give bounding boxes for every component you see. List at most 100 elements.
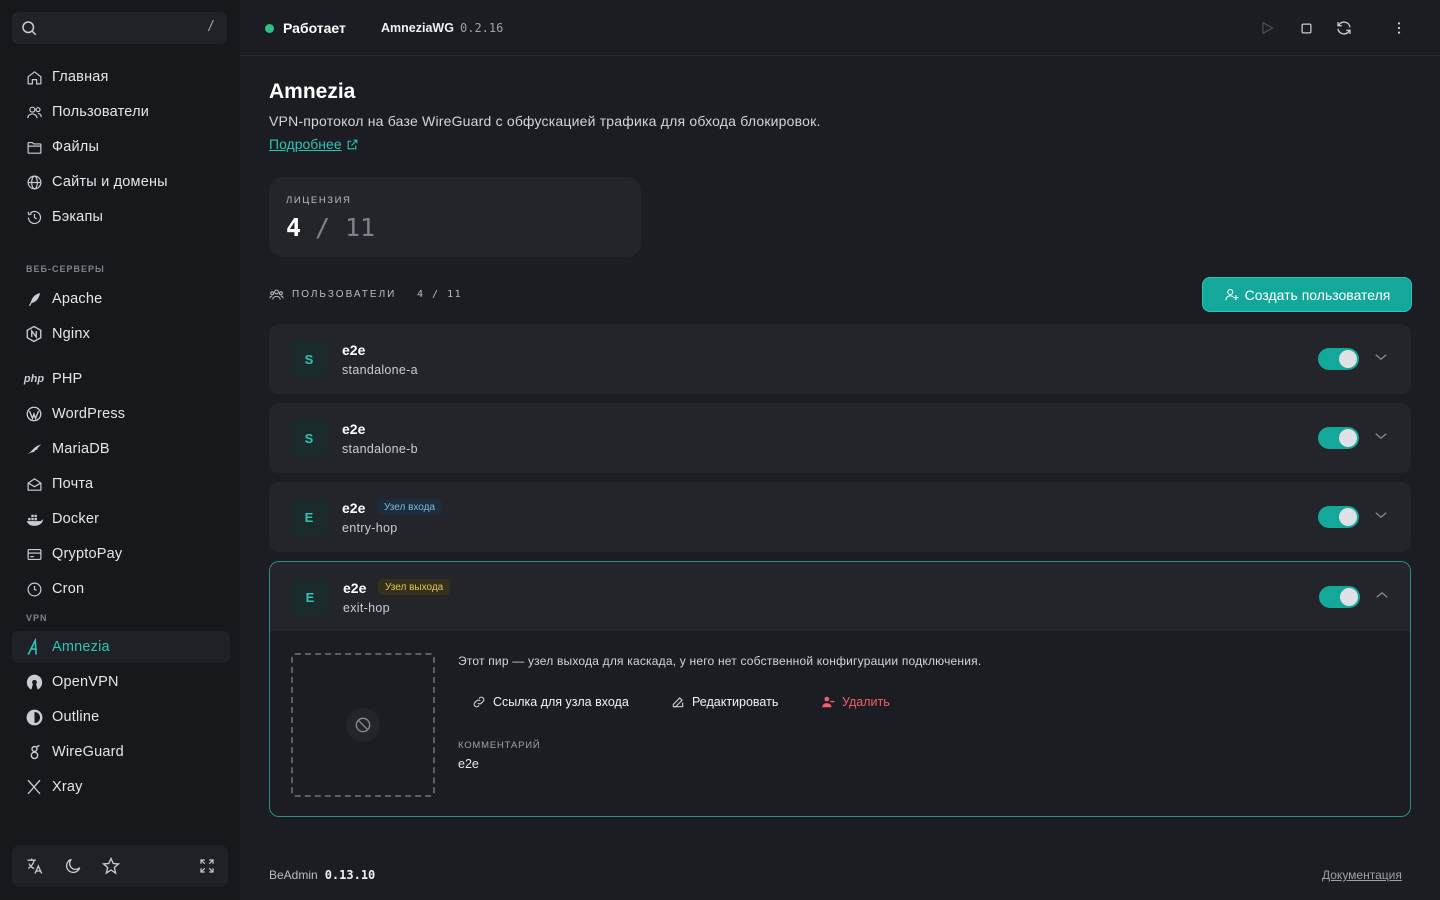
comment-value: e2e — [458, 757, 479, 771]
no-config-icon — [346, 708, 380, 742]
topbar: Работает AmneziaWG 0.2.16 — [240, 0, 1440, 56]
user-card[interactable]: E e2e Узел входа entry-hop — [269, 482, 1411, 552]
sidebar-item-backups[interactable]: Бэкапы — [12, 201, 230, 233]
users-section-header: ПОЛЬЗОВАТЕЛИ — [269, 287, 396, 302]
sidebar-item-mariadb[interactable]: MariaDB — [12, 433, 230, 465]
folder-icon — [24, 137, 44, 157]
docs-link[interactable]: Документация — [1322, 868, 1402, 882]
user-enabled-toggle[interactable] — [1318, 427, 1359, 449]
user-card[interactable]: S e2e standalone-b — [269, 403, 1411, 473]
wordpress-icon — [24, 404, 44, 424]
sidebar-item-label: Бэкапы — [52, 209, 104, 225]
edit-button[interactable]: Редактировать — [671, 695, 778, 709]
sidebar-item-apache[interactable]: Apache — [12, 283, 230, 315]
user-card-header[interactable]: E e2e Узел выхода exit-hop — [270, 562, 1410, 631]
sidebar-item-openvpn[interactable]: OpenVPN — [12, 666, 230, 698]
entry-link-button[interactable]: Ссылка для узла входа — [472, 695, 629, 709]
star-icon[interactable] — [99, 854, 123, 878]
qr-placeholder — [291, 653, 435, 797]
peer-description: Этот пир — узел выхода для каскада, у не… — [458, 654, 982, 668]
outline-icon — [24, 707, 44, 727]
sidebar-item-users[interactable]: Пользователи — [12, 96, 230, 128]
delete-button[interactable]: Удалить — [821, 695, 890, 709]
edit-icon — [671, 695, 685, 709]
entry-node-badge: Узел входа — [377, 499, 443, 515]
sidebar-item-php[interactable]: php PHP — [12, 363, 230, 395]
restart-icon[interactable] — [1333, 17, 1355, 39]
user-card[interactable]: S e2e standalone-a — [269, 324, 1411, 394]
sidebar-item-wireguard[interactable]: WireGuard — [12, 736, 230, 768]
sidebar-item-cron[interactable]: Cron — [12, 573, 230, 605]
chevron-down-icon[interactable] — [1372, 427, 1390, 445]
avatar: E — [290, 498, 328, 536]
toggle-knob — [1339, 508, 1357, 526]
clock-icon — [24, 579, 44, 599]
nginx-icon — [24, 324, 44, 344]
expand-icon[interactable] — [195, 854, 219, 878]
user-enabled-toggle[interactable] — [1318, 348, 1359, 370]
sidebar-item-nginx[interactable]: Nginx — [12, 318, 230, 350]
sidebar-item-label: Пользователи — [52, 104, 150, 120]
sidebar-item-wordpress[interactable]: WordPress — [12, 398, 230, 430]
play-icon[interactable] — [1256, 17, 1278, 39]
chevron-up-icon[interactable] — [1373, 586, 1391, 604]
license-total: 11 — [345, 213, 376, 242]
user-name: e2e — [342, 342, 366, 358]
php-icon: php — [23, 373, 45, 385]
sidebar-item-qryptopay[interactable]: QryptoPay — [12, 538, 230, 570]
chevron-down-icon[interactable] — [1372, 506, 1390, 524]
sidebar-item-label: Xray — [52, 779, 83, 795]
sidebar-item-label: OpenVPN — [52, 674, 119, 690]
footer-version: BeAdmin 0.13.10 — [269, 868, 375, 882]
sidebar-item-docker[interactable]: Docker — [12, 503, 230, 535]
more-link[interactable]: Подробнее — [269, 136, 359, 152]
sidebar-item-home[interactable]: Главная — [12, 61, 230, 93]
stop-icon[interactable] — [1295, 17, 1317, 39]
sidebar-item-label: Файлы — [52, 139, 100, 155]
sidebar-item-label: Apache — [52, 291, 103, 307]
home-icon — [24, 67, 44, 87]
sidebar-item-sites[interactable]: Сайты и домены — [12, 166, 230, 198]
comment-caption: КОММЕНТАРИЙ — [458, 740, 541, 751]
globe-icon — [24, 172, 44, 192]
sidebar-item-files[interactable]: Файлы — [12, 131, 230, 163]
user-name: e2e — [342, 500, 366, 516]
license-used: 4 — [286, 213, 302, 242]
section-vpn: VPN — [26, 613, 48, 623]
chevron-down-icon[interactable] — [1372, 348, 1390, 366]
sidebar-item-xray[interactable]: Xray — [12, 771, 230, 803]
sidebar-item-outline[interactable]: Outline — [12, 701, 230, 733]
user-name: e2e — [342, 421, 366, 437]
wireguard-icon — [24, 742, 44, 762]
toggle-knob — [1339, 350, 1357, 368]
sidebar-item-label: Docker — [52, 511, 100, 527]
translate-icon[interactable] — [23, 854, 47, 878]
search-input[interactable]: / — [12, 12, 227, 44]
xray-icon — [24, 777, 44, 797]
docker-icon — [24, 509, 44, 529]
avatar: E — [291, 578, 329, 616]
user-name: e2e — [343, 580, 367, 596]
user-enabled-toggle[interactable] — [1319, 586, 1360, 608]
sidebar-item-label: MariaDB — [52, 441, 110, 457]
search-icon — [20, 19, 38, 37]
users-count: 4 / 11 — [417, 289, 463, 300]
sidebar-toolbar — [12, 845, 228, 887]
sidebar-item-label: Amnezia — [52, 639, 110, 655]
user-enabled-toggle[interactable] — [1318, 506, 1359, 528]
sidebar: / Главная Пользователи Файлы Сайты и дом… — [0, 0, 240, 900]
more-link-label: Подробнее — [269, 136, 342, 152]
sidebar-item-label: WordPress — [52, 406, 126, 422]
sidebar-item-mail[interactable]: Почта — [12, 468, 230, 500]
add-user-icon — [1224, 287, 1239, 302]
exit-node-badge: Узел выхода — [378, 579, 451, 595]
create-user-button[interactable]: Создать пользователя — [1202, 277, 1412, 312]
sidebar-item-label: PHP — [52, 371, 83, 387]
edit-label: Редактировать — [692, 695, 779, 709]
more-menu-icon[interactable] — [1388, 17, 1410, 39]
moon-icon[interactable] — [61, 854, 85, 878]
user-sub: exit-hop — [343, 601, 390, 615]
sidebar-item-amnezia[interactable]: Amnezia — [12, 631, 230, 663]
user-sub: entry-hop — [342, 521, 398, 535]
history-icon — [24, 207, 44, 227]
